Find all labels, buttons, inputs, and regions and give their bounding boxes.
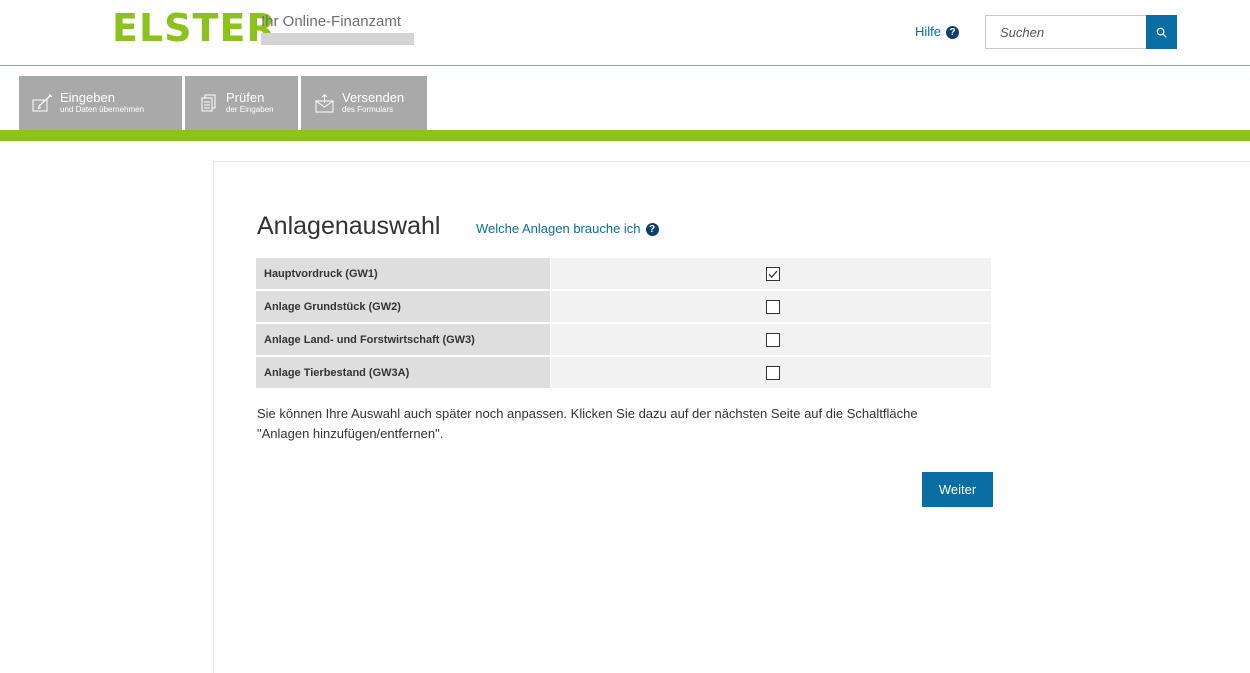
- step-title: Prüfen: [226, 90, 265, 105]
- step-subtitle: und Daten übernehmen: [60, 105, 145, 114]
- site-header: ELSTER Ihr Online-Finanzamt Hilfe ?: [0, 0, 1250, 66]
- user-name-placeholder-bar: [261, 33, 414, 45]
- table-row: Anlage Grundstück (GW2): [256, 291, 991, 324]
- hint-line-1: Sie können Ihre Auswahl auch später noch…: [257, 406, 918, 421]
- page-title: Anlagenauswahl: [257, 212, 441, 240]
- anlage-checkbox-cell: [550, 324, 991, 356]
- anlage-label: Anlage Grundstück (GW2): [256, 291, 550, 323]
- help-label: Hilfe: [915, 24, 942, 39]
- header-divider: [0, 65, 1250, 66]
- tagline: Ihr Online-Finanzamt: [261, 13, 402, 30]
- anlagen-help-label: Welche Anlagen brauche ich: [476, 221, 641, 236]
- table-row: Anlage Land- und Forstwirtschaft (GW3): [256, 324, 991, 357]
- anlage-checkbox-cell: [550, 258, 991, 290]
- search-input[interactable]: [985, 15, 1147, 49]
- anlage-label: Anlage Tierbestand (GW3A): [256, 357, 550, 389]
- weiter-button[interactable]: Weiter: [922, 472, 993, 507]
- step-eingeben[interactable]: Eingeben und Daten übernehmen: [19, 76, 182, 130]
- checkbox-hauptvordruck[interactable]: [766, 266, 780, 281]
- checkbox-grundstueck[interactable]: [766, 299, 780, 314]
- checkmark-icon: [768, 270, 778, 278]
- step-pruefen[interactable]: Prüfen der Eingaben: [185, 76, 298, 130]
- document-check-icon: [198, 92, 220, 114]
- anlage-label: Anlage Land- und Forstwirtschaft (GW3): [256, 324, 550, 356]
- question-icon: ?: [645, 222, 659, 236]
- step-subtitle: der Eingaben: [226, 105, 274, 114]
- anlage-checkbox-cell: [550, 291, 991, 323]
- anlagen-help-link[interactable]: Welche Anlagen brauche ich ?: [476, 221, 659, 237]
- help-link[interactable]: Hilfe ?: [915, 24, 960, 40]
- anlagen-table: Hauptvordruck (GW1) Anlage Grundstück (G…: [256, 258, 991, 390]
- hint-text: Sie können Ihre Auswahl auch später noch…: [257, 404, 1017, 444]
- search-icon: [1156, 27, 1167, 37]
- anlage-label: Hauptvordruck (GW1): [256, 258, 550, 290]
- hint-line-2: "Anlagen hinzufügen/entfernen".: [257, 426, 444, 441]
- checkbox-land-forst[interactable]: [766, 332, 780, 347]
- step-title: Versenden: [342, 90, 405, 105]
- step-versenden[interactable]: Versenden des Formulars: [301, 76, 427, 130]
- search-button[interactable]: [1146, 15, 1177, 49]
- elster-logo[interactable]: ELSTER: [112, 6, 277, 50]
- question-icon: ?: [946, 25, 960, 39]
- table-row: Anlage Tierbestand (GW3A): [256, 357, 991, 390]
- checkbox-tierbestand[interactable]: [766, 365, 780, 380]
- anlage-checkbox-cell: [550, 357, 991, 389]
- table-row: Hauptvordruck (GW1): [256, 258, 991, 291]
- envelope-send-icon: [314, 92, 336, 114]
- progress-bar-band: [0, 130, 1250, 141]
- edit-icon: [32, 92, 54, 114]
- step-subtitle: des Formulars: [342, 105, 394, 114]
- step-title: Eingeben: [60, 90, 115, 105]
- step-navigation: Eingeben und Daten übernehmen Prüfen der…: [19, 76, 427, 130]
